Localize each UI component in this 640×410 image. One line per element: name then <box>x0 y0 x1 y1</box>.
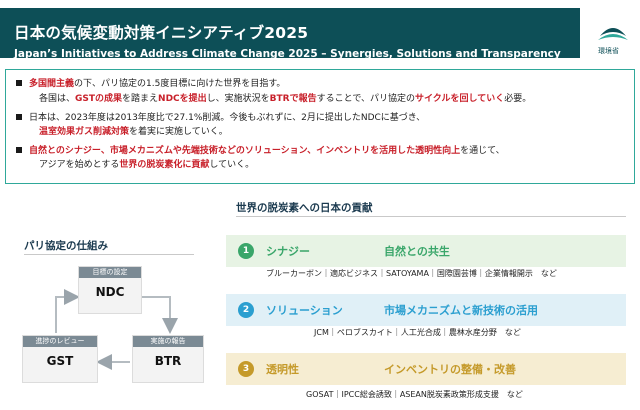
body-text: を着実に実施していく。 <box>129 127 228 137</box>
band-examples: ブルーカーボン｜適応ビジネス｜SATOYAMA｜国際園芸博｜企業情報開示 など <box>266 269 557 278</box>
highlight-text: 自然とのシナジー、市場メカニズムや先端技術などのソリューション、インベントリを活… <box>29 146 461 156</box>
highlight-text: 多国間主義 <box>29 79 75 89</box>
body-text: を踏まえ <box>122 94 159 104</box>
number-badge: 1 <box>238 243 254 259</box>
ndc-tag: 目標の設定 <box>79 267 141 278</box>
body-text: することで、パリ協定の <box>316 94 415 104</box>
arrow-ndc-to-btr <box>142 296 178 334</box>
highlight-text: NDCを提出 <box>158 94 207 104</box>
bullet-square-icon <box>16 113 22 120</box>
ndc-label: NDC <box>95 285 125 299</box>
contribution-band-solution: 2 ソリューション 市場メカニズムと新技術の活用 <box>226 294 626 326</box>
highlight-text: 世界の脱炭素化に貢献 <box>119 160 210 170</box>
bullet-square-icon <box>16 146 22 153</box>
gst-box: 進捗のレビュー GST <box>22 335 98 383</box>
ndc-box: 目標の設定 NDC <box>78 266 142 314</box>
divider <box>236 216 626 217</box>
contribution-band-transparency: 3 透明性 インベントリの整備・改善 <box>226 353 626 385</box>
paris-section-title: パリ協定の仕組み <box>24 240 108 252</box>
gst-label: GST <box>46 354 74 368</box>
page-title: 日本の気候変動対策イニシアティブ2025 <box>14 24 309 42</box>
number-badge: 2 <box>238 302 254 318</box>
body-text: 日本は、2023年度は2013年度比で27.1%削減。今後もぶれずに、2月に提出… <box>29 113 426 123</box>
band-description: 自然との共生 <box>384 245 450 258</box>
divider <box>24 254 194 255</box>
contribution-section-title: 世界の脱炭素への日本の貢献 <box>236 202 373 214</box>
highlight-text: サイクルを回していく <box>414 94 505 104</box>
body-text: し、実施状況を <box>206 94 270 104</box>
summary-bullet-1: 多国間主義の下、パリ協定の1.5度目標に向けた世界を目指す。 <box>16 78 285 91</box>
band-name: シナジー <box>266 245 310 258</box>
body-text: の下、パリ協定の1.5度目標に向けた世界を目指す。 <box>74 79 286 89</box>
highlight-text: 温室効果ガス削減対策 <box>39 127 130 137</box>
btr-box: 実施の報告 BTR <box>132 335 204 383</box>
band-description: インベントリの整備・改善 <box>384 363 516 376</box>
summary-bullet-2-line-2: 温室効果ガス削減対策を着実に実施していく。 <box>16 126 228 139</box>
contribution-band-synergy: 1 シナジー 自然との共生 <box>226 235 626 267</box>
gst-tag: 進捗のレビュー <box>23 336 97 347</box>
page-header: 日本の気候変動対策イニシアティブ2025 Japan’s Initiatives… <box>0 0 640 66</box>
body-text: を通じて、 <box>460 146 505 156</box>
band-description: 市場メカニズムと新技術の活用 <box>384 304 538 317</box>
summary-bullet-2: 日本は、2023年度は2013年度比で27.1%削減。今後もぶれずに、2月に提出… <box>16 112 425 125</box>
arrow-gst-to-ndc <box>55 289 80 333</box>
band-examples: GOSAT｜IPCC総会誘致｜ASEAN脱炭素政策形成支援 など <box>306 390 523 399</box>
body-text: していく。 <box>209 160 255 170</box>
title-bar: 日本の気候変動対策イニシアティブ2025 Japan’s Initiatives… <box>0 8 580 60</box>
summary-bullet-1-line-2: 各国は、GSTの成果を踏まえNDCを提出し、実施状況をBTRで報告することで、パ… <box>16 93 531 106</box>
band-name: ソリューション <box>266 304 343 317</box>
number-badge: 3 <box>238 361 254 377</box>
summary-box: 多国間主義の下、パリ協定の1.5度目標に向けた世界を目指す。 各国は、GSTの成… <box>5 69 635 184</box>
highlight-text: GSTの成果 <box>75 94 123 104</box>
btr-tag: 実施の報告 <box>133 336 203 347</box>
btr-label: BTR <box>154 354 182 368</box>
page-subtitle: Japan’s Initiatives to Address Climate C… <box>14 48 561 60</box>
summary-bullet-3: 自然とのシナジー、市場メカニズムや先端技術などのソリューション、インベントリを活… <box>16 145 505 158</box>
summary-bullet-3-line-2: アジアを始めとする世界の脱炭素化に貢献していく。 <box>16 159 254 172</box>
highlight-text: BTRで報告 <box>269 94 317 104</box>
body-text: アジアを始めとする <box>39 160 120 170</box>
ministry-name: 環境省 <box>598 47 619 55</box>
bullet-square-icon <box>16 79 22 86</box>
body-text: 各国は、 <box>39 94 76 104</box>
body-text: 必要。 <box>504 94 532 104</box>
band-name: 透明性 <box>266 363 299 376</box>
band-examples: JCM｜ペロブスカイト｜人工光合成｜農林水産分野 など <box>314 328 521 337</box>
